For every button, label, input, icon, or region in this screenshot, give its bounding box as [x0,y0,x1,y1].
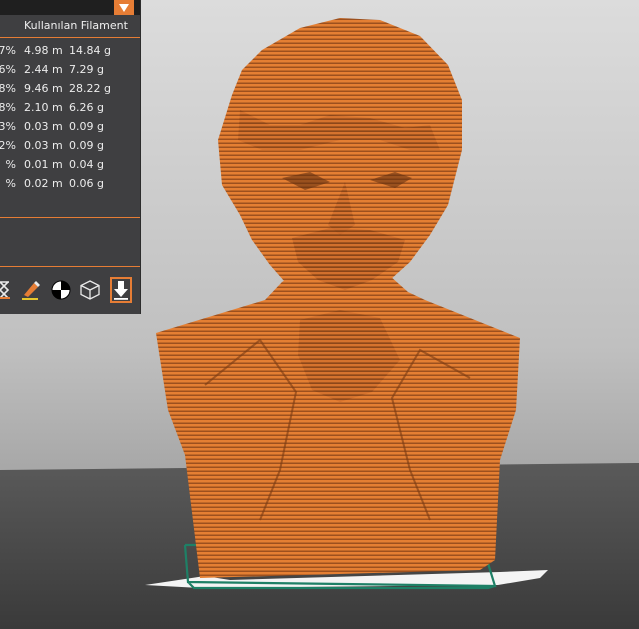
filament-length: 0.03 m [24,120,63,133]
filament-length: 0.01 m [24,158,63,171]
filament-weight: 0.09 g [69,139,104,152]
panel-divider [0,217,140,218]
filament-usage-list: 7% 4.98 m 14.84 g 6% 2.44 m 7.29 g 8% 9.… [0,38,140,193]
center-of-gravity-icon [51,280,71,300]
filament-length: 0.03 m [24,139,63,152]
filament-weight: 0.09 g [69,120,104,133]
usage-percent: 6% [0,63,16,76]
usage-percent: 8% [0,82,16,95]
filament-length: 2.44 m [24,63,63,76]
filament-length: 9.46 m [24,82,63,95]
usage-percent: 2% [0,139,16,152]
filament-weight: 6.26 g [69,101,104,114]
filament-length: 2.10 m [24,101,63,114]
list-item: 8% 2.10 m 6.26 g [0,98,140,117]
filament-weight: 14.84 g [69,44,111,57]
hourglass-icon [0,281,10,299]
view-toolbar [0,275,140,305]
list-item: 3% 0.03 m 0.09 g [0,117,140,136]
filament-length: 0.02 m [24,177,63,190]
filament-stats-panel: Kullanılan Filament 7% 4.98 m 14.84 g 6%… [0,0,141,314]
print-time-button[interactable] [0,275,16,305]
list-item: 6% 2.44 m 7.29 g [0,60,140,79]
chevron-down-icon [119,3,129,12]
filament-used-column-header: Kullanılan Filament [0,15,140,38]
usage-percent: 3% [0,120,16,133]
download-arrow-icon [110,277,132,303]
export-button[interactable] [109,275,133,305]
filament-weight: 7.29 g [69,63,104,76]
panel-header-bar [0,0,140,15]
usage-percent: 8% [0,101,16,114]
list-item: 8% 9.46 m 28.22 g [0,79,140,98]
list-item: % 0.01 m 0.04 g [0,155,140,174]
filament-weight: 28.22 g [69,82,111,95]
usage-percent: % [5,177,16,190]
center-of-gravity-button[interactable] [49,275,73,305]
filament-weight: 0.04 g [69,158,104,171]
panel-dropdown-button[interactable] [114,0,134,15]
list-item: 7% 4.98 m 14.84 g [0,41,140,60]
usage-percent: 7% [0,44,16,57]
filament-length: 4.98 m [24,44,63,57]
list-item: 2% 0.03 m 0.09 g [0,136,140,155]
filament-weight: 0.06 g [69,177,104,190]
usage-percent: % [5,158,16,171]
wireframe-cube-icon [80,280,100,300]
paint-pen-icon [22,281,40,300]
panel-divider [0,266,140,267]
wireframe-view-button[interactable] [78,275,102,305]
list-item: % 0.02 m 0.06 g [0,174,140,193]
paint-tool-button[interactable] [19,275,43,305]
